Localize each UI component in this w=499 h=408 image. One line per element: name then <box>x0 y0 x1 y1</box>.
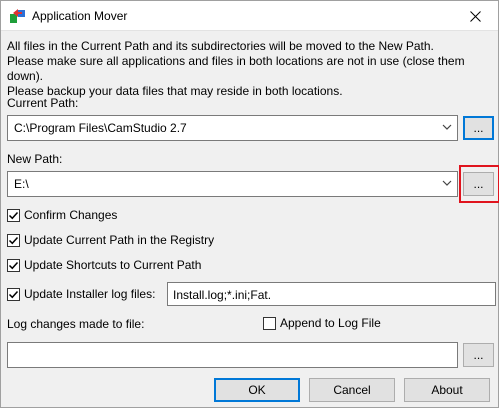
info-text: All files in the Current Path and its su… <box>7 39 498 99</box>
update-registry-checkbox[interactable] <box>7 233 20 247</box>
chevron-down-icon <box>442 180 452 186</box>
checkmark-icon <box>8 236 19 244</box>
update-registry-option[interactable]: Update Current Path in the Registry <box>7 233 214 247</box>
installer-logs-input[interactable]: Install.log;*.ini;Fat. <box>167 282 496 306</box>
update-registry-label: Update Current Path in the Registry <box>24 233 215 247</box>
new-path-value: E:\ <box>14 177 29 191</box>
update-installer-logs-label: Update Installer log files: <box>24 287 156 301</box>
append-log-checkbox[interactable] <box>263 316 276 330</box>
installer-logs-value: Install.log;*.ini;Fat. <box>173 288 272 302</box>
info-line-2: Please make sure all applications and fi… <box>7 54 465 83</box>
current-path-browse-button[interactable]: ... <box>463 116 494 140</box>
close-icon <box>469 10 481 22</box>
chevron-down-icon <box>442 124 452 130</box>
append-log-option[interactable]: Append to Log File <box>263 316 381 330</box>
app-icon <box>9 8 27 25</box>
update-installer-logs-option[interactable]: Update Installer log files: <box>7 287 155 301</box>
update-shortcuts-checkbox[interactable] <box>7 258 20 272</box>
update-shortcuts-option[interactable]: Update Shortcuts to Current Path <box>7 258 201 272</box>
update-shortcuts-label: Update Shortcuts to Current Path <box>24 258 202 272</box>
confirm-changes-label: Confirm Changes <box>24 208 118 222</box>
info-line-1: All files in the Current Path and its su… <box>7 39 434 53</box>
update-installer-logs-checkbox[interactable] <box>7 287 20 301</box>
append-log-label: Append to Log File <box>280 316 381 330</box>
current-path-combo[interactable]: C:\Program Files\CamStudio 2.7 <box>7 115 458 141</box>
checkmark-icon <box>8 211 19 219</box>
log-file-input[interactable] <box>7 342 458 368</box>
checkmark-icon <box>8 290 19 298</box>
confirm-changes-option[interactable]: Confirm Changes <box>7 208 117 222</box>
current-path-label: Current Path: <box>7 96 79 110</box>
about-button[interactable]: About <box>404 378 490 402</box>
log-file-browse-button[interactable]: ... <box>463 343 494 367</box>
cancel-button[interactable]: Cancel <box>309 378 395 402</box>
close-button[interactable] <box>452 1 498 31</box>
title-bar: Application Mover <box>1 1 498 31</box>
info-line-3: Please backup your data files that may r… <box>7 84 343 98</box>
new-path-label: New Path: <box>7 152 63 166</box>
current-path-value: C:\Program Files\CamStudio 2.7 <box>14 121 187 135</box>
log-file-label: Log changes made to file: <box>7 317 145 331</box>
highlight-box <box>459 165 499 203</box>
confirm-changes-checkbox[interactable] <box>7 208 20 222</box>
application-mover-window: Application Mover All files in the Curre… <box>0 0 499 408</box>
new-path-combo[interactable]: E:\ <box>7 171 458 197</box>
ok-button[interactable]: OK <box>214 378 300 402</box>
checkmark-icon <box>8 261 19 269</box>
window-title: Application Mover <box>32 9 128 23</box>
